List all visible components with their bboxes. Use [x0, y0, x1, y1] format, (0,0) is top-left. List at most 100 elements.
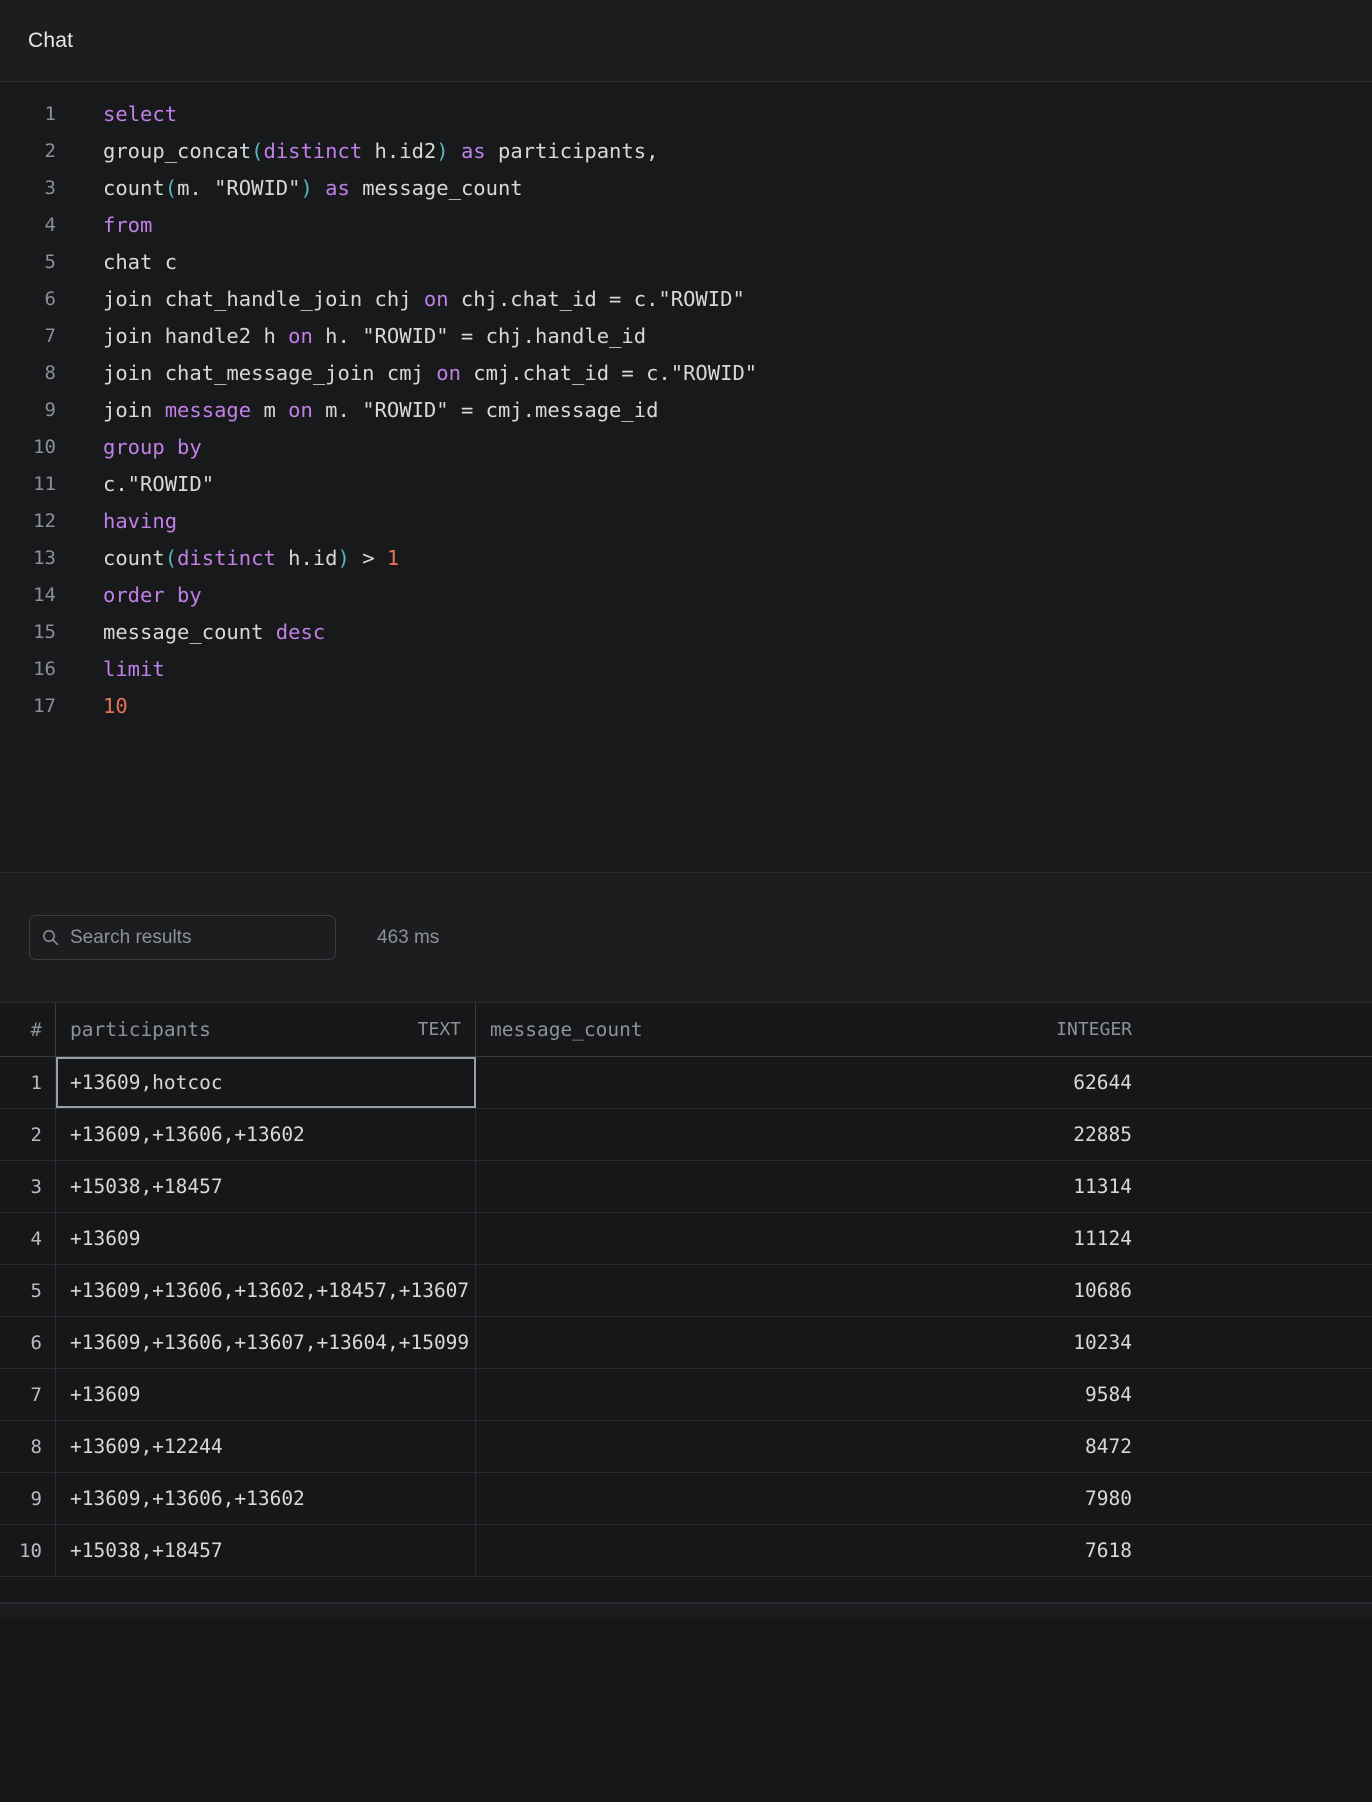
- code-token: 10: [103, 694, 128, 718]
- code-token: participants,: [485, 139, 659, 163]
- code-line[interactable]: 6 join chat_handle_join chj on chj.chat_i…: [0, 281, 1372, 318]
- code-token: count: [103, 546, 165, 570]
- line-number: 16: [33, 658, 56, 680]
- table-row[interactable]: 9 +13609,+13606,+13602 7980: [0, 1473, 1372, 1525]
- line-number: 2: [44, 140, 56, 162]
- code-line[interactable]: 3 count(m. "ROWID") as message_count: [0, 170, 1372, 207]
- code-line[interactable]: 16 limit: [0, 651, 1372, 688]
- code-line[interactable]: 8 join chat_message_join cmj on cmj.chat_…: [0, 355, 1372, 392]
- column-header-message-count[interactable]: message_count INTEGER: [476, 1003, 1372, 1056]
- code-line[interactable]: 14 order by: [0, 577, 1372, 614]
- table-row[interactable]: 3 +15038,+18457 11314: [0, 1161, 1372, 1213]
- code-line[interactable]: 9 join message m on m. "ROWID" = cmj.mess…: [0, 392, 1372, 429]
- table-row[interactable]: 5 +13609,+13606,+13602,+18457,+13607 10686: [0, 1265, 1372, 1317]
- cell-message-count[interactable]: 8472: [476, 1421, 1372, 1472]
- cell-message-count[interactable]: 7618: [476, 1525, 1372, 1576]
- code-token: (: [164, 176, 178, 200]
- cell-message-count[interactable]: 62644: [476, 1057, 1372, 1108]
- row-index: 2: [0, 1109, 56, 1160]
- code-token: (: [251, 139, 264, 163]
- cell-message-count[interactable]: 22885: [476, 1109, 1372, 1160]
- line-number: 3: [44, 177, 56, 199]
- code-token: group_concat: [103, 139, 252, 163]
- cell-message-count[interactable]: 11314: [476, 1161, 1372, 1212]
- code-line[interactable]: 1 select: [0, 96, 1372, 133]
- table-row[interactable]: 2 +13609,+13606,+13602 22885: [0, 1109, 1372, 1161]
- code-token: distinct: [263, 139, 363, 163]
- code-line[interactable]: 15 message_count desc: [0, 614, 1372, 651]
- cell-message-count[interactable]: 9584: [476, 1369, 1372, 1420]
- cell-message-count[interactable]: 10234: [476, 1317, 1372, 1368]
- code-line[interactable]: 2 group_concat(distinct h.id2) as partici…: [0, 133, 1372, 170]
- cell-participants[interactable]: +13609,+13606,+13602: [56, 1109, 476, 1160]
- code-text: count(m. "ROWID") as message_count: [103, 170, 523, 207]
- code-token: >: [349, 546, 387, 570]
- code-text: chat c: [103, 244, 177, 281]
- line-number: 4: [44, 214, 56, 236]
- code-line[interactable]: 17 10: [0, 688, 1372, 725]
- code-token: as: [325, 176, 350, 200]
- code-line[interactable]: 10 group by: [0, 429, 1372, 466]
- code-token: from: [103, 213, 153, 237]
- code-text: join message m on m. "ROWID" = cmj.messa…: [103, 392, 658, 429]
- code-token: desc: [275, 620, 326, 644]
- table-row[interactable]: 7 +13609 9584: [0, 1369, 1372, 1421]
- code-line[interactable]: 5 chat c: [0, 244, 1372, 281]
- cell-participants[interactable]: +13609: [56, 1369, 476, 1420]
- code-token: distinct: [177, 546, 276, 570]
- line-number: 17: [33, 695, 56, 717]
- code-line[interactable]: 13 count(distinct h.id) > 1: [0, 540, 1372, 577]
- code-token: on: [436, 361, 461, 385]
- search-placeholder-text: Search results: [70, 926, 192, 948]
- results-toolbar: Search results 463 ms: [0, 872, 1372, 1002]
- code-token: on: [288, 324, 313, 348]
- search-results-input[interactable]: Search results: [29, 915, 336, 960]
- code-token: m: [251, 398, 289, 422]
- line-number: 14: [33, 584, 56, 606]
- cell-participants[interactable]: +13609,hotcoc: [56, 1057, 476, 1108]
- code-line[interactable]: 11 c."ROWID": [0, 466, 1372, 503]
- cell-message-count[interactable]: 10686: [476, 1265, 1372, 1316]
- table-row[interactable]: 10 +15038,+18457 7618: [0, 1525, 1372, 1577]
- cell-message-count[interactable]: 7980: [476, 1473, 1372, 1524]
- code-token: count: [103, 176, 165, 200]
- line-number: 6: [44, 288, 56, 310]
- code-line[interactable]: 7 join handle2 h on h. "ROWID" = chj.hand…: [0, 318, 1372, 355]
- cell-participants[interactable]: +15038,+18457: [56, 1525, 476, 1576]
- code-text: count(distinct h.id) > 1: [103, 540, 399, 577]
- code-line[interactable]: 12 having: [0, 503, 1372, 540]
- line-number: 11: [33, 473, 56, 495]
- column-header-index: #: [0, 1003, 56, 1056]
- query-duration: 463 ms: [377, 926, 440, 948]
- code-token: on: [288, 398, 313, 422]
- row-index: 9: [0, 1473, 56, 1524]
- table-row[interactable]: 6 +13609,+13606,+13607,+13604,+15099 10234: [0, 1317, 1372, 1369]
- cell-participants[interactable]: +13609: [56, 1213, 476, 1264]
- results-grid: # participants TEXT message_count INTEGER 1 +1…: [0, 1002, 1372, 1577]
- column-header-participants[interactable]: participants TEXT: [56, 1003, 476, 1056]
- cell-participants[interactable]: +13609,+13606,+13602,+18457,+13607: [56, 1265, 476, 1316]
- code-token: 1: [386, 546, 400, 570]
- row-index: 6: [0, 1317, 56, 1368]
- sql-editor[interactable]: 1 select 2 group_concat(distinct h.id2) as …: [0, 82, 1372, 872]
- table-row[interactable]: 8 +13609,+12244 8472: [0, 1421, 1372, 1473]
- code-text: order by: [103, 577, 202, 614]
- cell-participants[interactable]: +15038,+18457: [56, 1161, 476, 1212]
- code-token: message_count: [349, 176, 523, 200]
- cell-message-count[interactable]: 11124: [476, 1213, 1372, 1264]
- cell-participants[interactable]: +13609,+13606,+13602: [56, 1473, 476, 1524]
- code-line[interactable]: 4 from: [0, 207, 1372, 244]
- code-token: h. "ROWID" = chj.handle_id: [312, 324, 647, 348]
- code-token: message_count: [103, 620, 276, 644]
- code-text: 10: [103, 688, 128, 725]
- search-icon: [42, 929, 59, 946]
- code-text: group_concat(distinct h.id2) as particip…: [103, 133, 658, 170]
- cell-participants[interactable]: +13609,+13606,+13607,+13604,+15099: [56, 1317, 476, 1368]
- cell-participants[interactable]: +13609,+12244: [56, 1421, 476, 1472]
- line-number: 8: [44, 362, 56, 384]
- table-row[interactable]: 1 +13609,hotcoc 62644: [0, 1057, 1372, 1109]
- column-type: INTEGER: [1056, 1019, 1132, 1040]
- table-row[interactable]: 4 +13609 11124: [0, 1213, 1372, 1265]
- row-index: 10: [0, 1525, 56, 1576]
